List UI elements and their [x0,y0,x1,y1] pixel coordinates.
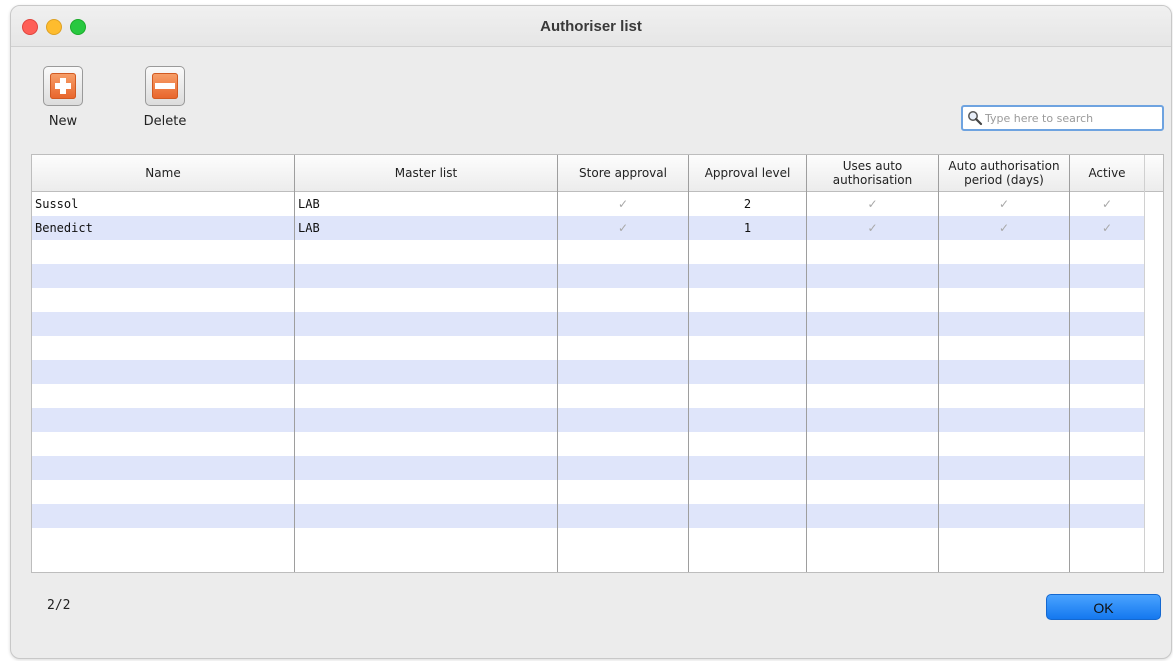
checkbox-checked[interactable]: ✓ [618,216,628,240]
search-field[interactable] [961,105,1164,131]
cell-auto-authorisation-period[interactable]: ✓ [939,216,1069,240]
search-input[interactable] [985,110,1157,126]
search-icon [968,111,983,126]
table-row[interactable]: Benedict LAB ✓ 1 ✓ ✓ ✓ [32,216,1144,240]
cell-name[interactable]: Sussol [32,192,297,216]
header-approval-level[interactable]: Approval level [689,155,806,191]
empty-table-row[interactable] [32,264,1144,288]
header-uses-auto-line1: Uses auto [842,159,903,173]
cell-approval-level[interactable]: 1 [689,216,806,240]
delete-button-frame[interactable] [145,66,185,106]
new-button-label: New [48,114,78,129]
delete-button-label: Delete [143,114,187,129]
plus-icon [50,73,76,99]
empty-table-row[interactable] [32,480,1144,504]
cell-uses-auto-authorisation[interactable]: ✓ [807,216,938,240]
empty-table-row[interactable] [32,504,1144,528]
empty-table-row[interactable] [32,384,1144,408]
cell-store-approval[interactable]: ✓ [558,192,688,216]
header-auto-period-line1: Auto authorisation [948,159,1060,173]
header-master-list[interactable]: Master list [295,155,557,191]
cell-auto-authorisation-period[interactable]: ✓ [939,192,1069,216]
cell-uses-auto-authorisation[interactable]: ✓ [807,192,938,216]
cell-active[interactable]: ✓ [1070,216,1144,240]
header-name[interactable]: Name [32,155,294,191]
checkbox-checked[interactable]: ✓ [999,192,1009,216]
checkbox-checked[interactable]: ✓ [999,216,1009,240]
ok-button[interactable]: OK [1046,594,1161,620]
checkbox-checked[interactable]: ✓ [867,192,877,216]
cell-approval-level[interactable]: 2 [689,192,806,216]
header-auto-period-line2: period (days) [964,173,1044,187]
cell-master-list[interactable]: LAB [295,216,560,240]
checkbox-checked[interactable]: ✓ [1102,192,1112,216]
new-button-frame[interactable] [43,66,83,106]
empty-table-row[interactable] [32,528,1144,552]
empty-table-row[interactable] [32,240,1144,264]
table-header: Name Master list Store approval Approval… [32,155,1163,192]
header-active[interactable]: Active [1070,155,1144,191]
title-bar: Authoriser list [11,6,1171,47]
table-row[interactable]: Sussol LAB ✓ 2 ✓ ✓ ✓ [32,192,1144,216]
authoriser-table[interactable]: Name Master list Store approval Approval… [31,154,1164,573]
header-uses-auto-authorisation[interactable]: Uses auto authorisation [807,155,938,191]
cell-store-approval[interactable]: ✓ [558,216,688,240]
checkbox-checked[interactable]: ✓ [1102,216,1112,240]
minus-icon [152,73,178,99]
window-title: Authoriser list [540,18,642,35]
header-uses-auto-line2: authorisation [832,173,913,187]
record-count: 2/2 [47,598,71,613]
header-auto-authorisation-period[interactable]: Auto authorisation period (days) [939,155,1069,191]
new-button[interactable]: New [28,66,98,129]
checkbox-checked[interactable]: ✓ [867,216,877,240]
cell-active[interactable]: ✓ [1070,192,1144,216]
empty-table-row[interactable] [32,408,1144,432]
empty-table-row[interactable] [32,312,1144,336]
empty-table-row[interactable] [32,336,1144,360]
delete-button[interactable]: Delete [130,66,200,129]
checkbox-checked[interactable]: ✓ [618,192,628,216]
empty-table-row[interactable] [32,432,1144,456]
cell-name[interactable]: Benedict [32,216,297,240]
authoriser-list-window: Authoriser list New Delete Name Master l… [10,5,1172,659]
cell-master-list[interactable]: LAB [295,192,560,216]
header-store-approval[interactable]: Store approval [558,155,688,191]
empty-table-row[interactable] [32,288,1144,312]
empty-table-row[interactable] [32,360,1144,384]
empty-table-row[interactable] [32,456,1144,480]
